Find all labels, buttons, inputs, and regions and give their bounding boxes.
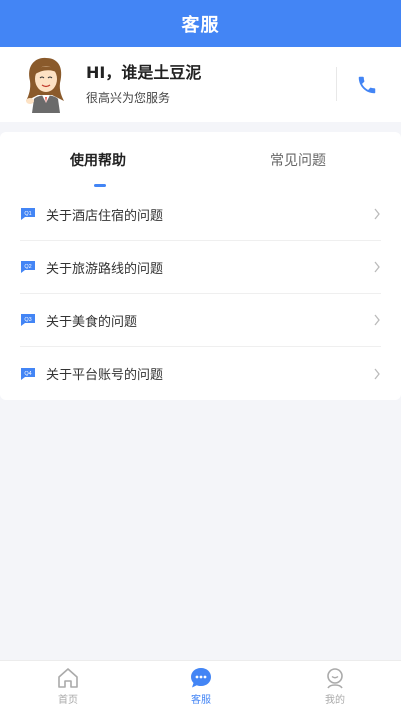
user-icon (327, 668, 343, 689)
question-item-hotel[interactable]: Q1 关于酒店住宿的问题 (20, 188, 381, 241)
question-badge-icon: Q4 (21, 367, 35, 380)
svg-text:Q4: Q4 (24, 371, 31, 377)
call-button[interactable] (353, 71, 381, 99)
divider (336, 67, 337, 101)
question-label: 关于旅游路线的问题 (46, 261, 164, 277)
phone-icon (358, 76, 376, 94)
chat-icon (191, 668, 211, 688)
tabbar-label-home: 首页 (58, 695, 78, 706)
agent-avatar (26, 57, 64, 113)
agent-card: HI，谁是土豆泥 很高兴为您服务 (0, 47, 401, 122)
tabbar-item-home[interactable]: 首页 (28, 661, 108, 710)
tab-usage-help[interactable]: 使用帮助 (70, 150, 126, 170)
question-item-account[interactable]: Q4 关于平台账号的问题 (20, 347, 381, 400)
question-list: Q1 关于酒店住宿的问题 Q2 关于旅游路线的问题 Q3 关于美食的问题 Q4 … (0, 188, 401, 400)
question-label: 关于美食的问题 (46, 314, 138, 330)
tabbar-label-service: 客服 (191, 695, 211, 706)
tab-faq[interactable]: 常见问题 (270, 150, 326, 170)
app-header: 客服 (0, 0, 401, 47)
agent-info: HI，谁是土豆泥 很高兴为您服务 (86, 63, 201, 106)
question-label: 关于平台账号的问题 (46, 368, 164, 383)
help-card: 使用帮助 常见问题 Q1 关于酒店住宿的问题 Q2 关于旅游路线的问题 Q3 关… (0, 132, 401, 400)
question-badge-icon: Q2 (21, 261, 35, 273)
tabbar-item-service[interactable]: 客服 (161, 661, 241, 710)
svg-text:Q3: Q3 (24, 317, 31, 323)
question-item-route[interactable]: Q2 关于旅游路线的问题 (20, 241, 381, 294)
question-label: 关于酒店住宿的问题 (46, 208, 164, 224)
chevron-right-icon (374, 314, 380, 326)
help-tabs: 使用帮助 常见问题 (0, 132, 401, 188)
question-badge-icon: Q1 (21, 208, 35, 220)
chevron-right-icon (374, 368, 380, 379)
question-item-food[interactable]: Q3 关于美食的问题 (20, 294, 381, 347)
active-tab-indicator (94, 184, 106, 187)
chevron-right-icon (374, 261, 380, 273)
svg-text:Q2: Q2 (24, 264, 31, 270)
home-icon (58, 668, 78, 688)
agent-greeting: HI，谁是土豆泥 (86, 63, 202, 82)
tabbar-label-mine: 我的 (325, 695, 345, 706)
agent-subtext: 很高兴为您服务 (86, 91, 171, 105)
bottom-tab-bar: 首页 客服 我的 (0, 660, 401, 710)
chevron-right-icon (374, 208, 380, 220)
page-title: 客服 (181, 14, 220, 36)
question-badge-icon: Q3 (21, 314, 35, 326)
tabbar-item-mine[interactable]: 我的 (295, 661, 375, 710)
svg-text:Q1: Q1 (24, 211, 31, 217)
